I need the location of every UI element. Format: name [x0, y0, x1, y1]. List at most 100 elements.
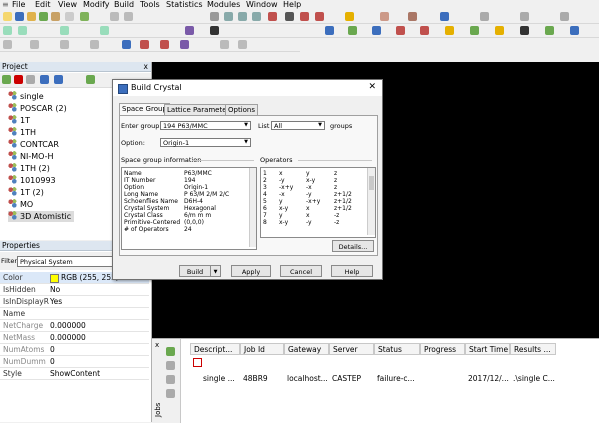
refresh-icon[interactable] — [40, 75, 49, 84]
import-project-icon[interactable] — [86, 75, 95, 84]
prop-row[interactable]: NumDumm 0 — [0, 356, 149, 368]
bond-icon[interactable] — [122, 40, 131, 49]
export-icon[interactable] — [51, 12, 60, 21]
function-icon[interactable] — [210, 26, 219, 35]
tree-item[interactable]: 1T (2) — [8, 187, 44, 198]
enter-group-select[interactable]: 194 P63/MMC ▼ — [160, 121, 251, 130]
stop-icon[interactable] — [238, 40, 247, 49]
symmetry-icon[interactable] — [440, 12, 449, 21]
prop-row[interactable]: NetCharge 0.000000 — [0, 320, 149, 332]
col-progress[interactable]: Progress — [420, 343, 465, 355]
col-status[interactable]: Status — [374, 343, 420, 355]
table-row[interactable]: single ... 48BR9 localhost... CASTEP fai… — [190, 356, 556, 383]
new-folder-icon[interactable] — [2, 75, 11, 84]
move-icon[interactable] — [224, 12, 233, 21]
col-description[interactable]: Descript... — [190, 343, 240, 355]
menu-window[interactable]: Window — [246, 0, 278, 10]
prop-row[interactable]: NetMass 0.000000 — [0, 332, 149, 344]
project-close-icon[interactable]: x — [144, 62, 148, 71]
cancel-button[interactable]: Cancel — [280, 265, 322, 277]
details-button[interactable]: Details... — [332, 240, 374, 252]
rotate-icon[interactable] — [300, 12, 309, 21]
label-icon[interactable] — [408, 12, 417, 21]
redo-icon[interactable] — [124, 12, 133, 21]
sorption-icon[interactable] — [445, 26, 454, 35]
import-icon[interactable] — [39, 12, 48, 21]
tree-item-selected[interactable]: 3D Atomistic — [8, 211, 75, 222]
zoom-icon[interactable] — [238, 12, 247, 21]
col-start-time[interactable]: Start Time — [465, 343, 510, 355]
mode-icon[interactable] — [3, 40, 12, 49]
close-icon[interactable]: ✕ — [368, 82, 376, 92]
operators-list[interactable]: 1234 5678 x -y -x+y -x y x-y y x-y y x-y -x -y -x… — [260, 167, 376, 238]
lattice-icon[interactable] — [100, 26, 109, 35]
measure-icon[interactable] — [560, 12, 569, 21]
prop-row[interactable]: IsHidden No — [0, 284, 149, 296]
job-download-icon[interactable] — [166, 375, 175, 384]
open-icon[interactable] — [27, 12, 36, 21]
job-delete-icon[interactable] — [166, 389, 175, 398]
copy-icon[interactable] — [80, 12, 89, 21]
menu-file[interactable]: File — [12, 0, 25, 10]
mesocite-icon[interactable] — [420, 26, 429, 35]
sketch-icon[interactable] — [345, 12, 354, 21]
stereo-icon[interactable] — [60, 40, 69, 49]
tree-item[interactable]: MO — [8, 199, 33, 210]
jobs-close-icon[interactable]: x — [155, 341, 159, 349]
option-select[interactable]: Origin-1 ▼ — [160, 138, 251, 147]
amorphous-icon[interactable] — [495, 26, 504, 35]
tree-item[interactable]: single — [8, 91, 44, 102]
new-icon[interactable] — [3, 12, 12, 21]
gulp-icon[interactable] — [396, 26, 405, 35]
operators-scrollbar[interactable] — [367, 168, 375, 235]
properties-icon[interactable] — [26, 75, 35, 84]
reset-view-icon[interactable] — [285, 12, 294, 21]
display-icon[interactable] — [520, 12, 529, 21]
align-icon[interactable] — [18, 26, 27, 35]
save-icon[interactable] — [15, 12, 24, 21]
menu-edit[interactable]: Edit — [35, 0, 51, 10]
sort-icon[interactable] — [54, 75, 63, 84]
brush-icon[interactable] — [180, 40, 189, 49]
scrollbar-thumb[interactable] — [369, 176, 374, 190]
camera-icon[interactable] — [30, 40, 39, 49]
undo-icon[interactable] — [110, 12, 119, 21]
col-server[interactable]: Server — [329, 343, 374, 355]
tree-item[interactable]: 1010993 — [8, 175, 56, 186]
menu-statistics[interactable]: Statistics — [166, 0, 203, 10]
select-icon[interactable] — [210, 12, 219, 21]
vamp-icon[interactable] — [570, 26, 579, 35]
plane-icon[interactable] — [60, 26, 69, 35]
gaussian-icon[interactable] — [520, 26, 529, 35]
space-group-info-list[interactable]: Name IT Number Option Long Name Schoenflies… — [121, 167, 257, 250]
menu-view[interactable]: View — [58, 0, 77, 10]
apply-button[interactable]: Apply — [231, 265, 271, 277]
prop-row[interactable]: Name — [0, 308, 149, 320]
reflex-icon[interactable] — [470, 26, 479, 35]
qmera-icon[interactable] — [545, 26, 554, 35]
job-stop-icon[interactable] — [166, 361, 175, 370]
col-gateway[interactable]: Gateway — [284, 343, 329, 355]
options-icon[interactable] — [480, 12, 489, 21]
build-dropdown-icon[interactable]: ▼ — [210, 265, 221, 277]
tree-item[interactable]: CONTCAR — [8, 139, 59, 150]
print-icon[interactable] — [65, 12, 74, 21]
view-icon[interactable] — [3, 26, 12, 35]
forcite-icon[interactable] — [372, 26, 381, 35]
translate-icon[interactable] — [252, 12, 261, 21]
menu-build[interactable]: Build — [114, 0, 134, 10]
menu-help[interactable]: Help — [283, 0, 301, 10]
castep-icon[interactable] — [325, 26, 334, 35]
tree-item[interactable]: POSCAR (2) — [8, 103, 67, 114]
tree-item[interactable]: NI-MO-H — [8, 151, 54, 162]
play-icon[interactable] — [220, 40, 229, 49]
info-scrollbar[interactable] — [249, 168, 256, 247]
layout-icon[interactable] — [90, 40, 99, 49]
col-job-id[interactable]: Job Id — [240, 343, 284, 355]
tree-item[interactable]: 1T — [8, 115, 30, 126]
tree-item[interactable]: 1TH — [8, 127, 36, 138]
prop-row[interactable]: NumAtoms 0 — [0, 344, 149, 356]
arrow-icon[interactable] — [160, 40, 169, 49]
menu-tools[interactable]: Tools — [140, 0, 160, 10]
grid-icon[interactable] — [315, 12, 324, 21]
